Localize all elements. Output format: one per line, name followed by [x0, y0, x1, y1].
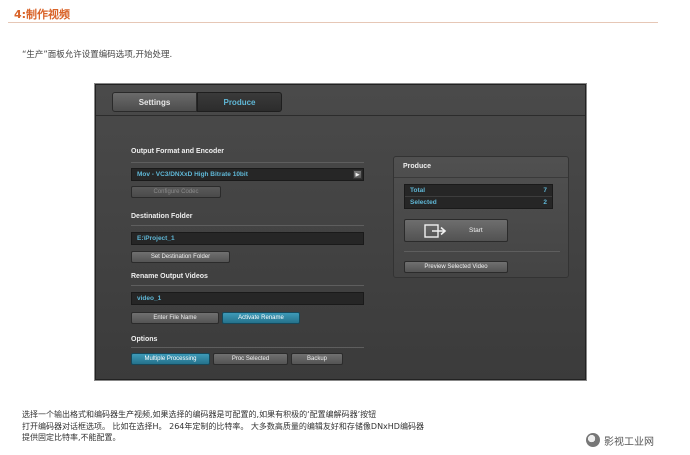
activate-rename-button[interactable]: Activate Rename — [222, 312, 300, 324]
total-label: Total — [410, 187, 426, 194]
start-button[interactable]: Start — [404, 219, 508, 242]
panel-divider — [394, 177, 568, 178]
chevron-right-icon: ▶ — [353, 170, 362, 179]
produce-panel-title: Produce — [403, 163, 432, 170]
intro-text: “生产”面板允许设置编码选项,开始处理. — [22, 50, 173, 60]
app-screenshot: Settings Produce Output Format and Encod… — [95, 84, 586, 380]
watermark-logo-icon — [586, 433, 600, 447]
options-label: Options — [131, 336, 158, 343]
output-format-value: Mov - VC3/DNXxD High Bitrate 10bit — [137, 171, 248, 178]
multiple-processing-button[interactable]: Multiple Processing — [131, 353, 210, 365]
stats-box: Total 7 Selected 2 — [404, 184, 553, 209]
set-destination-button[interactable]: Set Destination Folder — [131, 251, 230, 263]
rename-label: Rename Output Videos — [131, 273, 208, 280]
selected-value: 2 — [543, 199, 547, 206]
section-divider — [131, 225, 364, 226]
backup-button[interactable]: Backup — [291, 353, 343, 365]
caption: 选择一个输出格式和编码器生产视频,如果选择的编码器是可配置的,如果有积极的‘配置… — [22, 409, 492, 444]
destination-field[interactable]: E:\Project_1 — [131, 232, 364, 245]
section-divider — [131, 285, 364, 286]
tab-divider — [96, 115, 585, 116]
caption-line: 选择一个输出格式和编码器生产视频,如果选择的编码器是可配置的,如果有积极的‘配置… — [22, 410, 377, 419]
watermark-text: 影视工业网 — [604, 436, 654, 448]
title-divider — [8, 22, 658, 23]
configure-codec-button[interactable]: Configure Codec — [131, 186, 221, 198]
produce-panel: Produce Total 7 Selected 2 Start Preview… — [393, 156, 569, 278]
tab-settings[interactable]: Settings — [112, 92, 197, 112]
selected-label: Selected — [410, 199, 437, 206]
section-title: 4:制作视频 — [14, 8, 71, 21]
output-format-label: Output Format and Encoder — [131, 148, 224, 155]
enter-file-name-button[interactable]: Enter File Name — [131, 312, 219, 324]
rename-field[interactable]: video_1 — [131, 292, 364, 305]
stat-row-selected: Selected 2 — [405, 196, 552, 208]
destination-label: Destination Folder — [131, 213, 193, 220]
panel-divider — [404, 251, 560, 252]
tab-bar: Settings Produce — [112, 92, 282, 112]
total-value: 7 — [543, 187, 547, 194]
watermark: 影视工业网 — [586, 430, 654, 450]
tab-produce[interactable]: Produce — [197, 92, 282, 112]
export-arrow-icon — [424, 224, 447, 238]
preview-selected-video-button[interactable]: Preview Selected Video — [404, 261, 508, 273]
caption-line: 提供固定比特率,不能配置。 — [22, 433, 121, 442]
section-divider — [131, 347, 364, 348]
caption-line: 打开编码器对话框选项。 比如在选择H。 264年定制的比特率。 大多数高质量的编… — [22, 421, 424, 431]
stat-row-total: Total 7 — [405, 185, 552, 196]
section-divider — [131, 162, 364, 163]
start-label: Start — [469, 227, 483, 234]
proc-selected-button[interactable]: Proc Selected — [213, 353, 288, 365]
output-format-dropdown[interactable]: Mov - VC3/DNXxD High Bitrate 10bit ▶ — [131, 168, 364, 181]
